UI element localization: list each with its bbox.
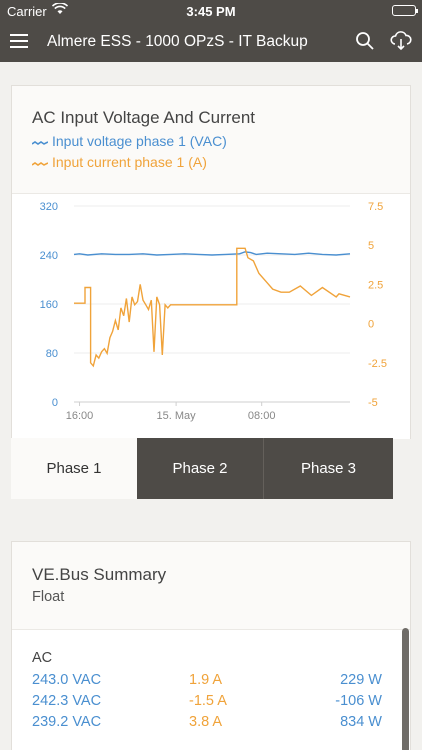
- chart-title: AC Input Voltage And Current: [32, 108, 256, 127]
- search-icon[interactable]: [355, 31, 375, 56]
- y-right-tick-label: 5: [368, 240, 374, 252]
- ac-power: 834 W: [340, 714, 382, 730]
- ac-current: -1.5 A: [189, 693, 227, 709]
- y-left-tick-label: 160: [40, 299, 58, 311]
- legend-voltage[interactable]: Input voltage phase 1 (VAC): [31, 133, 227, 150]
- y-right-tick-label: 2.5: [368, 279, 383, 291]
- ac-row: 243.0 VAC 1.9 A 229 W: [12, 672, 410, 692]
- ac-row: 242.3 VAC -1.5 A -106 W: [12, 693, 410, 713]
- ac-section-label: AC: [32, 650, 53, 666]
- navigation-bar: Almere ESS - 1000 OPzS - IT Backup: [0, 22, 422, 62]
- ac-voltage: 239.2 VAC: [32, 714, 102, 730]
- ac-voltage: 243.0 VAC: [32, 672, 102, 688]
- ac-current: 3.8 A: [189, 714, 223, 730]
- current-legend-icon: [31, 155, 49, 171]
- y-right-tick-label: -2.5: [368, 358, 387, 370]
- summary-title: VE.Bus Summary: [32, 565, 167, 584]
- y-left-tick-label: 80: [46, 348, 58, 360]
- voltage-legend-icon: [31, 134, 49, 150]
- x-tick-label: 16:00: [66, 410, 94, 422]
- ac-input-chart-card: AC Input Voltage And Current Input volta…: [11, 85, 411, 439]
- summary-state: Float: [32, 589, 65, 605]
- hamburger-menu-icon[interactable]: [10, 34, 28, 48]
- y-right-tick-label: 0: [368, 319, 374, 331]
- legend-voltage-label: Input voltage phase 1 (VAC): [52, 133, 227, 149]
- status-bar: Carrier 3:45 PM: [0, 0, 422, 22]
- current-series-line: [74, 247, 351, 368]
- ac-power: 229 W: [340, 672, 382, 688]
- clock: 3:45 PM: [186, 4, 236, 19]
- chart-plot-area[interactable]: 320 240 160 80 0 7.5 5 2.5 0 -2.5 -5 16:00 15. May 08…: [12, 193, 410, 439]
- y-left-tick-label: 0: [52, 397, 58, 409]
- ac-power: -106 W: [335, 693, 382, 709]
- ac-voltage: 242.3 VAC: [32, 693, 102, 709]
- scrollbar[interactable]: [402, 628, 409, 750]
- tab-phase-3[interactable]: Phase 3: [264, 438, 393, 499]
- y-right-tick-label: -5: [368, 397, 378, 409]
- y-right-tick-label: 7.5: [368, 201, 383, 213]
- legend-current[interactable]: Input current phase 1 (A): [31, 154, 207, 171]
- chart-svg: 320 240 160 80 0 7.5 5 2.5 0 -2.5 -5 16:00 15. May 08…: [40, 201, 387, 422]
- summary-body: AC 243.0 VAC 1.9 A 229 W 242.3 VAC -1.5 …: [12, 629, 410, 750]
- ac-current: 1.9 A: [189, 672, 223, 688]
- phase-tabs: Phase 1 Phase 2 Phase 3: [11, 438, 393, 499]
- battery-icon: [392, 5, 418, 16]
- cloud-download-icon[interactable]: [390, 31, 412, 56]
- legend-current-label: Input current phase 1 (A): [52, 154, 207, 170]
- vebus-summary-card: VE.Bus Summary Float AC 243.0 VAC 1.9 A …: [11, 541, 411, 750]
- y-left-tick-label: 240: [40, 250, 58, 262]
- tab-phase-1[interactable]: Phase 1: [11, 438, 137, 499]
- site-title: Almere ESS - 1000 OPzS - IT Backup: [47, 33, 308, 50]
- x-tick-label: 15. May: [157, 410, 197, 422]
- tab-phase-2[interactable]: Phase 2: [137, 438, 264, 499]
- y-left-tick-label: 320: [40, 201, 58, 213]
- ac-row: 239.2 VAC 3.8 A 834 W: [12, 714, 410, 734]
- x-tick-label: 08:00: [248, 410, 276, 422]
